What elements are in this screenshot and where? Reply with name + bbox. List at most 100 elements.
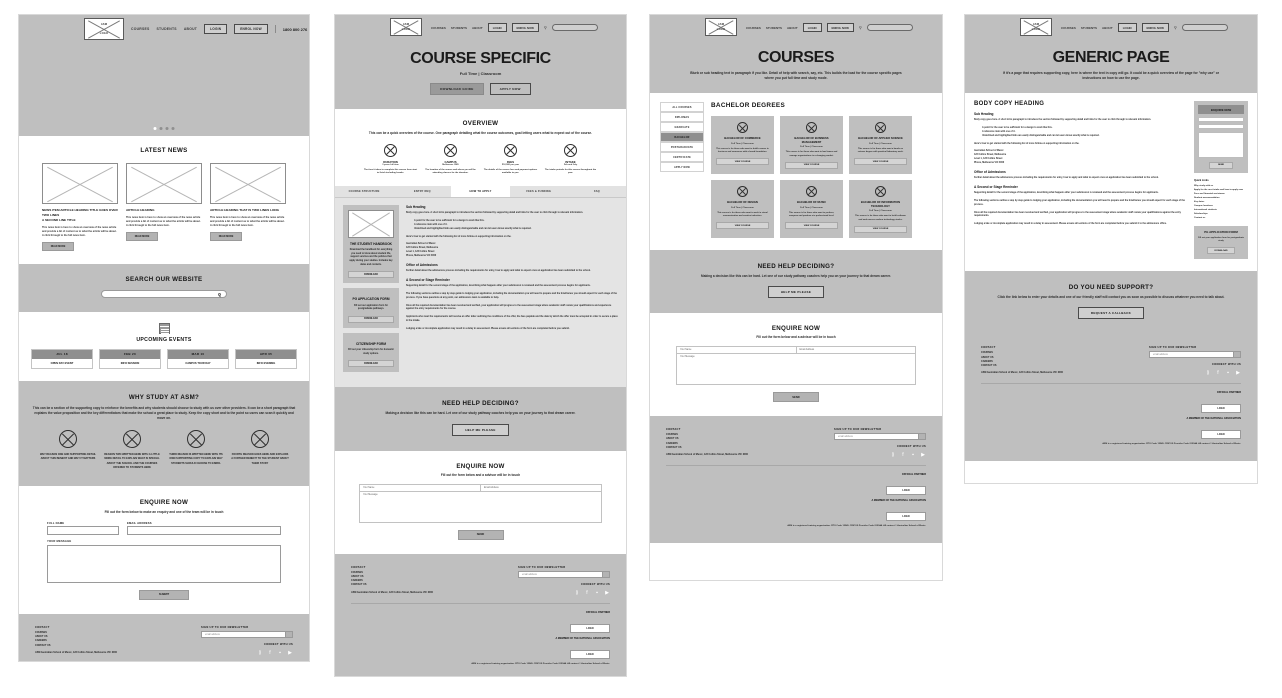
- logo[interactable]: ASM LOGO: [1020, 18, 1052, 36]
- pg-download-button[interactable]: DOWNLOAD: [1207, 247, 1235, 255]
- sidebar-message-textarea[interactable]: [1198, 131, 1244, 158]
- carousel-dot[interactable]: [165, 127, 169, 130]
- course-card[interactable]: BACHELOR OF DESIGN Full Time | Classroom…: [711, 179, 774, 238]
- login-button[interactable]: LOGIN: [204, 24, 228, 34]
- footer-link[interactable]: CONTACT US: [351, 583, 433, 587]
- help-me-please-button[interactable]: HELP ME PLEASE: [452, 423, 509, 436]
- header-search-input[interactable]: [866, 24, 913, 31]
- news-read-more-button[interactable]: READ MORE: [42, 241, 74, 251]
- filter-bachelor[interactable]: BACHELOR: [660, 132, 704, 143]
- side-card-button[interactable]: DOWNLOAD: [348, 360, 394, 368]
- linkedin-icon[interactable]: ▪: [594, 590, 600, 596]
- view-course-button[interactable]: VIEW COURSE: [785, 161, 838, 169]
- message-textarea[interactable]: Your Message: [360, 492, 601, 522]
- sidebar-email-input[interactable]: [1198, 124, 1244, 130]
- event-card[interactable]: JUL 18 OPEN DAY EVENT: [31, 348, 93, 369]
- course-card[interactable]: BACHELOR OF INFORMATION TECHNOLOGY Full …: [849, 179, 912, 238]
- event-card[interactable]: FEB 20 INFO SESSION: [99, 348, 161, 369]
- submit-button[interactable]: SUBMIT: [139, 589, 189, 600]
- side-card-button[interactable]: DOWNLOAD: [348, 271, 394, 279]
- help-me-please-button[interactable]: HELP ME PLEASE: [767, 286, 825, 299]
- carousel-dot[interactable]: [171, 127, 175, 130]
- news-card[interactable]: NEWS ITEM ARTICLE HEADING TITLE GOES OVE…: [42, 163, 118, 251]
- send-button[interactable]: SEND: [773, 392, 819, 403]
- filter-postgraduate[interactable]: POSTGRADUATE: [660, 142, 704, 153]
- view-course-button[interactable]: VIEW COURSE: [854, 158, 907, 166]
- filter-all-courses[interactable]: ALL COURSES: [660, 102, 704, 113]
- event-card[interactable]: APR 05 INFO EVENING: [235, 348, 297, 369]
- news-read-more-button[interactable]: READ MORE: [126, 231, 158, 241]
- facebook-icon[interactable]: f: [900, 452, 906, 458]
- linkedin-icon[interactable]: ▪: [910, 452, 916, 458]
- newsletter-email-input[interactable]: email address: [518, 570, 610, 578]
- email-input[interactable]: Email Address: [797, 347, 916, 353]
- nav-link-students[interactable]: STUDENTS: [451, 26, 467, 30]
- search-icon[interactable]: ⚲: [544, 25, 547, 30]
- footer-link[interactable]: CONTACT US: [666, 446, 748, 450]
- youtube-icon[interactable]: ▶: [1235, 370, 1241, 376]
- newsletter-submit-button[interactable]: [602, 571, 609, 577]
- newsletter-email-input[interactable]: email address: [834, 433, 926, 441]
- tab-faq[interactable]: FAQ: [567, 185, 626, 197]
- newsletter-submit-button[interactable]: [1233, 352, 1240, 358]
- logo[interactable]: ASM LOGO: [84, 18, 124, 40]
- login-button[interactable]: LOGIN: [802, 23, 822, 32]
- nav-link-students[interactable]: STUDENTS: [766, 26, 782, 30]
- enrol-button[interactable]: ENROL NOW: [826, 23, 854, 32]
- course-card[interactable]: BACHELOR OF APPLIED SCIENCE Full Time | …: [849, 116, 912, 174]
- footer-link[interactable]: CONTACT US: [981, 364, 1063, 368]
- carousel-dot[interactable]: [153, 127, 157, 130]
- sidebar-name-input[interactable]: [1198, 116, 1244, 122]
- filter-apply-now[interactable]: APPLY NOW: [660, 162, 704, 173]
- name-input[interactable]: Your Name: [360, 484, 481, 491]
- news-card[interactable]: ARTICLE HEADING This news item is here t…: [126, 163, 202, 251]
- view-course-button[interactable]: VIEW COURSE: [716, 158, 769, 166]
- download-guide-button[interactable]: DOWNLOAD GUIDE: [430, 82, 484, 95]
- search-icon[interactable]: ⚲: [859, 25, 862, 30]
- header-search-input[interactable]: [551, 24, 598, 31]
- news-read-more-button[interactable]: READ MORE: [210, 231, 242, 241]
- youtube-icon[interactable]: ▶: [604, 590, 610, 596]
- nav-link-courses[interactable]: COURSES: [746, 26, 761, 30]
- logo[interactable]: ASM LOGO: [390, 18, 422, 36]
- view-course-button[interactable]: VIEW COURSE: [716, 222, 769, 230]
- nav-link-students[interactable]: STUDENTS: [157, 27, 177, 31]
- twitter-icon[interactable]: ⟫: [1205, 370, 1211, 376]
- full-name-input[interactable]: [47, 526, 119, 536]
- nav-link-courses[interactable]: COURSES: [131, 27, 150, 31]
- tab-entry-req[interactable]: ENTRY REQ: [393, 185, 452, 197]
- news-card[interactable]: ARTICLE HEADING THAT IS TWO LINES LONG T…: [210, 163, 286, 251]
- event-card[interactable]: MAR 10 CAMPUS TOUR DAY: [167, 348, 229, 369]
- facebook-icon[interactable]: f: [584, 590, 590, 596]
- newsletter-email-input[interactable]: email address: [201, 630, 293, 638]
- filter-graduate[interactable]: GRADUATE: [660, 122, 704, 133]
- apply-now-button[interactable]: APPLY NOW: [489, 82, 531, 95]
- tab-how-to-apply[interactable]: HOW TO APPLY: [451, 185, 510, 197]
- side-card-button[interactable]: DOWNLOAD: [348, 315, 394, 323]
- view-course-button[interactable]: VIEW COURSE: [785, 222, 838, 230]
- carousel-dots[interactable]: [153, 127, 175, 130]
- nav-link-courses[interactable]: COURSES: [431, 26, 446, 30]
- login-button[interactable]: LOGIN: [1117, 23, 1137, 32]
- newsletter-email-input[interactable]: email address: [1149, 351, 1241, 359]
- sidebar-send-button[interactable]: SEND: [1209, 161, 1233, 169]
- facebook-icon[interactable]: f: [267, 650, 273, 656]
- nav-link-courses[interactable]: COURSES: [1061, 26, 1076, 30]
- linkedin-icon[interactable]: ▪: [277, 650, 283, 656]
- login-button[interactable]: LOGIN: [487, 23, 507, 32]
- tab-course-structure[interactable]: COURSE STRUCTURE: [335, 185, 394, 197]
- phone-number[interactable]: 1800 800 276: [283, 27, 307, 32]
- filter-certificate[interactable]: CERTIFICATE: [660, 152, 704, 163]
- carousel-dot[interactable]: [159, 127, 163, 130]
- filter-diplomas[interactable]: DIPLOMAS: [660, 112, 704, 123]
- request-callback-button[interactable]: REQUEST A CALLBACK: [1077, 307, 1145, 320]
- nav-link-students[interactable]: STUDENTS: [1081, 26, 1097, 30]
- course-card[interactable]: BACHELOR OF BUSINESS MANAGEMENT Full Tim…: [780, 116, 843, 174]
- view-course-button[interactable]: VIEW COURSE: [854, 225, 907, 233]
- name-input[interactable]: Your Name: [677, 347, 797, 354]
- search-input[interactable]: [101, 289, 227, 298]
- home-hero-carousel[interactable]: [19, 43, 309, 136]
- header-search-input[interactable]: [1181, 24, 1228, 31]
- youtube-icon[interactable]: ▶: [287, 650, 293, 656]
- enrol-button[interactable]: ENROL NOW: [234, 24, 268, 34]
